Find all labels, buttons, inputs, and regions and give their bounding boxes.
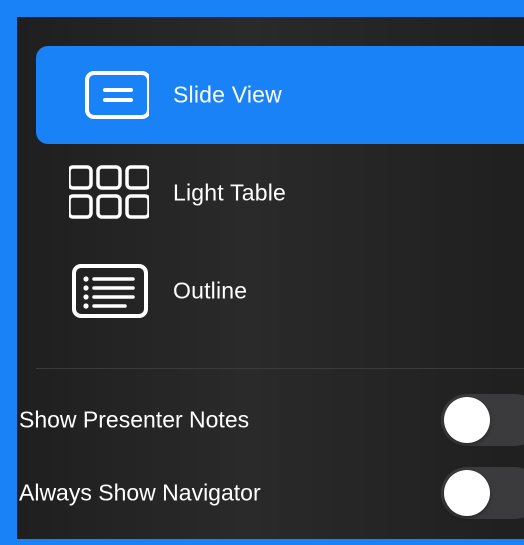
slide-view-option[interactable]: Slide View <box>36 46 524 144</box>
always-show-navigator-row: Always Show Navigator <box>17 463 524 523</box>
switch-knob <box>444 397 490 443</box>
always-show-navigator-switch[interactable] <box>441 467 524 519</box>
outline-icon <box>72 264 148 318</box>
presenter-notes-label: Show Presenter Notes <box>19 406 250 433</box>
slide-view-icon <box>85 71 149 119</box>
section-divider <box>36 368 524 369</box>
always-show-navigator-label: Always Show Navigator <box>19 479 261 506</box>
presenter-notes-row: Show Presenter Notes <box>17 390 524 450</box>
light-table-icon <box>69 165 149 219</box>
light-table-label: Light Table <box>173 179 287 206</box>
outline-option[interactable]: Outline <box>36 242 524 340</box>
view-options-popover: Slide View Light Table Outline Show Pres… <box>17 17 524 539</box>
slide-view-label: Slide View <box>173 81 282 108</box>
presenter-notes-switch[interactable] <box>441 394 524 446</box>
outline-label: Outline <box>173 277 248 304</box>
switch-knob <box>444 470 490 516</box>
light-table-option[interactable]: Light Table <box>36 144 524 242</box>
